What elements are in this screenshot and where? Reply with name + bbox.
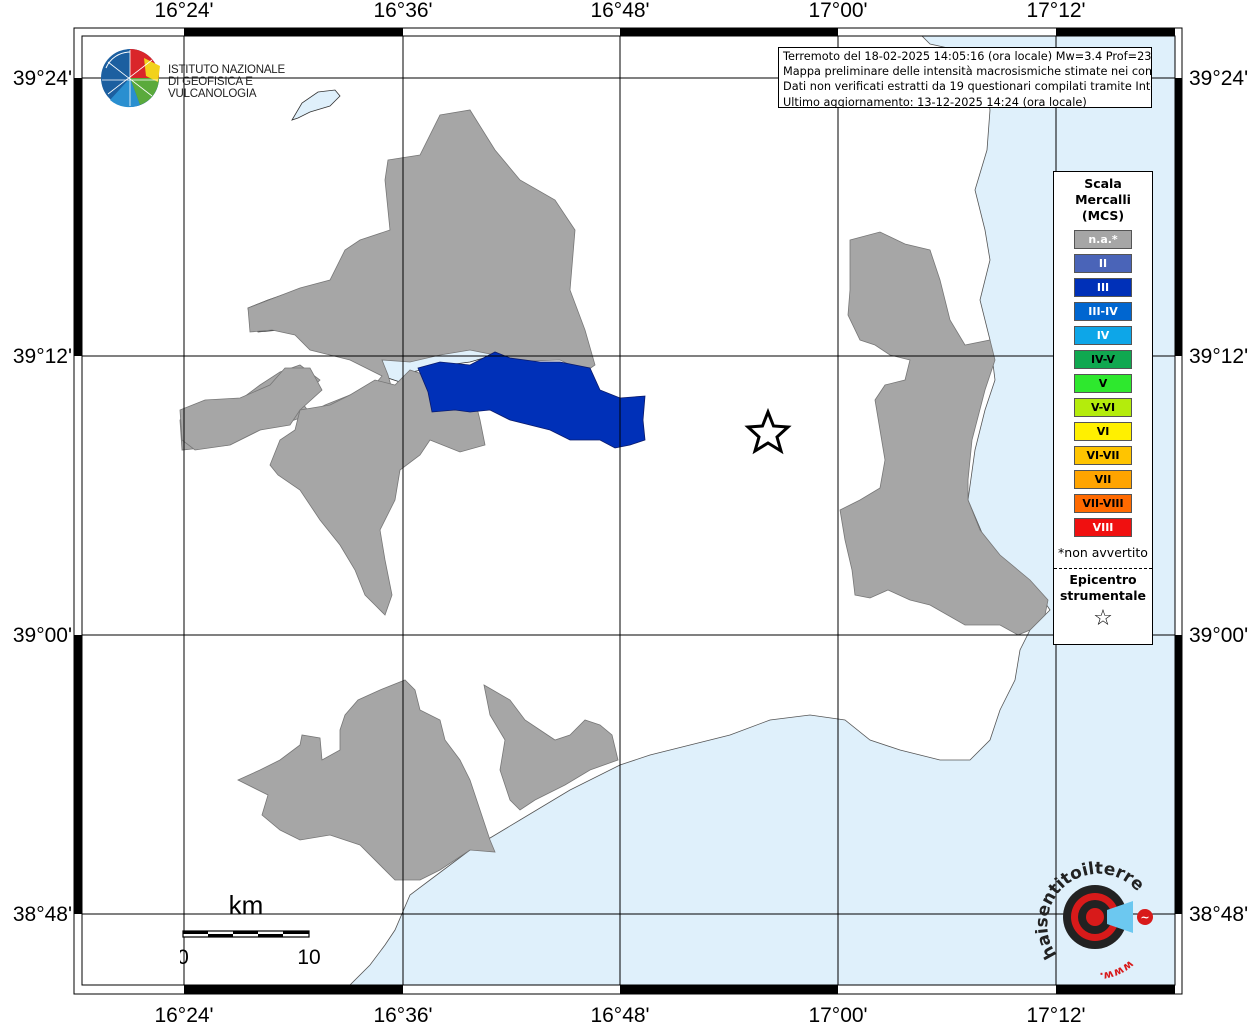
ingv-name: ISTITUTO NAZIONALE DI GEOFISICA E VULCAN… — [168, 64, 320, 100]
longitude-labels-bottom: 16°24' 16°36' 16°48' 17°00' 17°12' — [154, 1004, 1085, 1024]
ingv-globe-icon — [101, 49, 160, 108]
lon-label: 17°00' — [808, 1004, 867, 1024]
legend-title-line: Mercalli — [1075, 192, 1131, 207]
legend-title-line: Scala — [1084, 176, 1122, 191]
lat-label: 38°48' — [1189, 903, 1248, 926]
epicentre-star-icon — [744, 407, 792, 455]
lat-label: 39°12' — [1189, 345, 1248, 368]
event-info-line: Ultimo aggiornamento: 13-12-2025 14:24 (… — [783, 95, 1087, 108]
legend-title-line: (MCS) — [1081, 208, 1125, 223]
hsit-wave-icon: ~ — [1140, 911, 1149, 924]
event-info-line: Mappa preliminare delle intensità macros… — [783, 65, 1152, 79]
svg-text:www.: www. — [1099, 958, 1136, 980]
event-info-box: Terremoto del 18-02-2025 14:05:16 (ora l… — [778, 47, 1152, 108]
legend-item: VI — [1074, 422, 1132, 441]
lat-label: 38°48' — [13, 903, 72, 926]
legend-item: V-VI — [1074, 398, 1132, 417]
ingv-name-line1: ISTITUTO NAZIONALE — [168, 64, 285, 76]
lon-label: 17°00' — [808, 0, 867, 22]
lat-label: 39°00' — [13, 624, 72, 647]
lon-label: 17°12' — [1026, 0, 1085, 22]
scale-bar-min: 0 — [180, 946, 189, 969]
ingv-logo: ISTITUTO NAZIONALE DI GEOFISICA E VULCAN… — [100, 48, 320, 112]
legend-item: VII — [1074, 470, 1132, 489]
ingv-name-line2: DI GEOFISICA E VULCANOLOGIA — [168, 76, 257, 100]
intensity-legend: Scala Mercalli (MCS) n.a.* II III III-IV IV I… — [1053, 171, 1153, 645]
legend-item: VIII — [1074, 518, 1132, 537]
legend-note: *non avvertito — [1058, 545, 1148, 560]
legend-item: III-IV — [1074, 302, 1132, 321]
latitude-labels-right: 39°24' 39°12' 39°00' 38°48' — [1189, 67, 1248, 926]
scale-bar-max: 10 — [297, 946, 320, 969]
legend-item: n.a.* — [1074, 230, 1132, 249]
lat-label: 39°12' — [13, 345, 72, 368]
lon-label: 16°48' — [590, 0, 649, 22]
legend-divider — [1054, 568, 1152, 569]
latitude-labels-left: 39°24' 39°12' 39°00' 38°48' — [13, 67, 72, 926]
longitude-labels-top: 16°24' 16°36' 16°48' 17°00' 17°12' — [154, 0, 1085, 22]
legend-item: VII-VIII — [1074, 494, 1132, 513]
lat-label: 39°24' — [1189, 67, 1248, 90]
hsit-logo: haisentitoilterremoto.it www. ~ — [1026, 840, 1160, 983]
legend-epicentre-label: Epicentro strumentale — [1054, 572, 1152, 604]
scale-bar: km 0 10 — [177, 890, 321, 970]
legend-item: V — [1074, 374, 1132, 393]
hsit-sub-text: www. — [1099, 958, 1136, 983]
lon-label: 16°36' — [373, 0, 432, 22]
event-info-line: Dati non verificati estratti da 19 quest… — [783, 80, 1152, 94]
lon-label: 17°12' — [1026, 1004, 1085, 1024]
legend-title: Scala Mercalli (MCS) — [1054, 176, 1152, 224]
lon-label: 16°48' — [590, 1004, 649, 1024]
legend-item: II — [1074, 254, 1132, 273]
legend-item: III — [1074, 278, 1132, 297]
lon-label: 16°36' — [373, 1004, 432, 1024]
legend-star-icon: ☆ — [1093, 606, 1113, 631]
lon-label: 16°24' — [154, 1004, 213, 1024]
municipality-south — [237, 679, 496, 881]
scale-bar-graphic: km 0 10 — [177, 890, 321, 969]
legend-item: IV — [1074, 326, 1132, 345]
lat-label: 39°24' — [13, 67, 72, 90]
legend-item: VI-VII — [1074, 446, 1132, 465]
hsit-logo-graphic: haisentitoilterremoto.it www. ~ — [1026, 840, 1153, 983]
event-info-line: Terremoto del 18-02-2025 14:05:16 (ora l… — [783, 50, 1152, 63]
lat-label: 39°00' — [1189, 624, 1248, 647]
legend-epicentre-line: Epicentro — [1069, 572, 1137, 587]
lon-label: 16°24' — [154, 0, 213, 22]
legend-epicentre-line: strumentale — [1059, 588, 1147, 603]
legend-item: IV-V — [1074, 350, 1132, 369]
scale-bar-unit: km — [229, 890, 264, 920]
